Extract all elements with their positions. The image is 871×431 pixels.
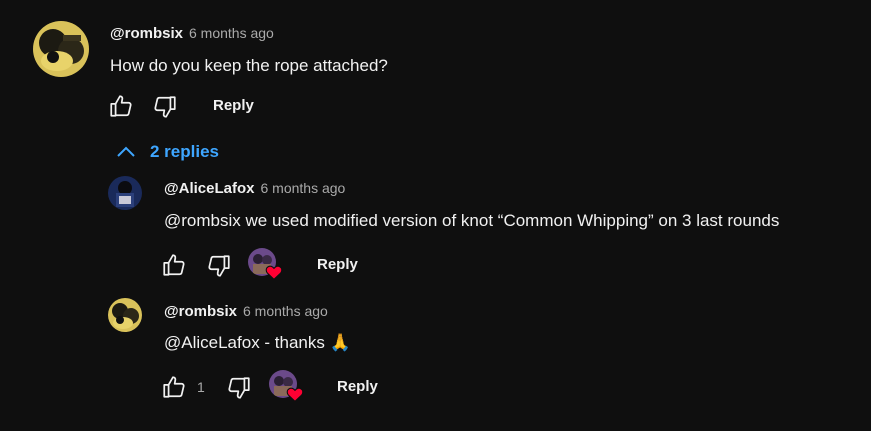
comment-header: @rombsix 6 months ago — [110, 25, 274, 43]
chevron-up-icon — [117, 146, 135, 157]
creator-heart-icon — [286, 387, 304, 402]
reply-author[interactable]: @AliceLafox — [164, 180, 254, 197]
replies-toggle-label: 2 replies — [150, 142, 219, 161]
thumbs-up-icon — [110, 95, 132, 117]
thumbs-up-icon — [163, 254, 185, 276]
replies-toggle[interactable]: 2 replies — [116, 142, 219, 162]
reply-text: @AliceLafox - thanks 🙏 — [164, 333, 351, 352]
creator-heart-icon — [265, 265, 283, 280]
reply-header: @AliceLafox 6 months ago — [164, 180, 345, 198]
reply-text: @rombsix we used modified version of kno… — [164, 211, 780, 230]
thumbs-up-icon — [163, 376, 185, 398]
avatar-rombsix[interactable] — [108, 298, 142, 332]
like-button[interactable] — [161, 374, 187, 400]
reply-button[interactable]: Reply — [213, 97, 254, 114]
comment-timestamp[interactable]: 6 months ago — [189, 25, 274, 41]
dislike-button[interactable] — [206, 253, 232, 279]
dislike-button[interactable] — [226, 375, 252, 401]
reply-button[interactable]: Reply — [337, 378, 378, 395]
comment-text: How do you keep the rope attached? — [110, 56, 388, 75]
reply-timestamp[interactable]: 6 months ago — [243, 303, 328, 319]
like-count: 1 — [197, 379, 205, 395]
thumbs-down-icon — [228, 377, 250, 399]
thumbs-down-icon — [154, 96, 176, 118]
reply-header: @rombsix 6 months ago — [164, 303, 328, 321]
reply-author[interactable]: @rombsix — [164, 303, 237, 320]
creator-heart — [269, 370, 305, 404]
avatar-alicelafox[interactable] — [108, 176, 142, 210]
creator-heart — [248, 248, 284, 282]
dislike-button[interactable] — [152, 94, 178, 120]
thumbs-down-icon — [208, 255, 230, 277]
avatar-rombsix[interactable] — [33, 21, 89, 77]
comment-author[interactable]: @rombsix — [110, 25, 183, 42]
like-button[interactable] — [161, 252, 187, 278]
like-button[interactable] — [108, 93, 134, 119]
reply-button[interactable]: Reply — [317, 256, 358, 273]
reply-timestamp[interactable]: 6 months ago — [260, 180, 345, 196]
